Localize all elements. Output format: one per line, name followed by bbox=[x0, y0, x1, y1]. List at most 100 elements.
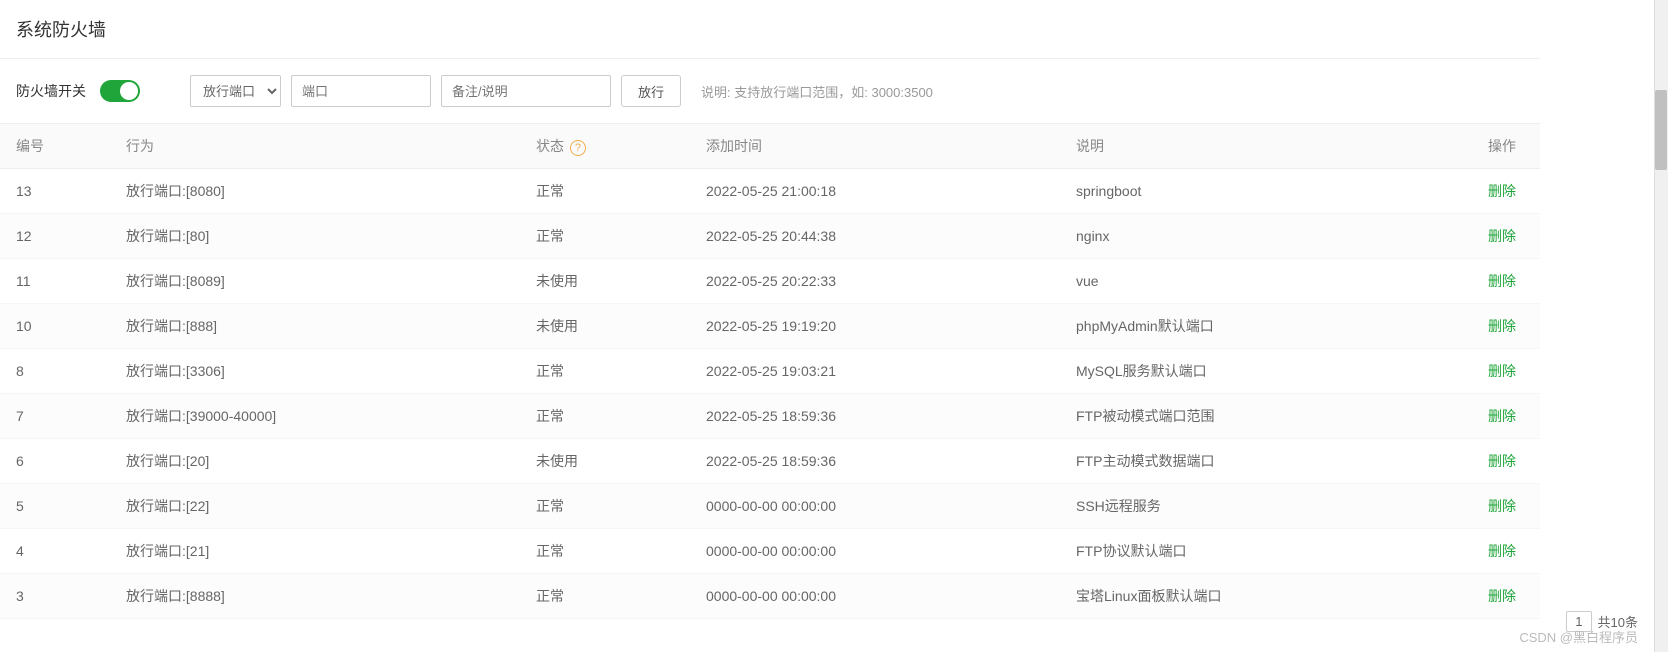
header-status-label: 状态 bbox=[536, 138, 564, 154]
cell-status: 正常 bbox=[520, 529, 690, 574]
cell-status: 正常 bbox=[520, 214, 690, 259]
cell-op: 删除 bbox=[1460, 484, 1540, 529]
scrollbar-vertical[interactable] bbox=[1654, 0, 1668, 652]
cell-desc: MySQL服务默认端口 bbox=[1060, 349, 1460, 394]
delete-link[interactable]: 删除 bbox=[1488, 543, 1516, 559]
cell-time: 2022-05-25 19:19:20 bbox=[690, 304, 1060, 349]
cell-desc: FTP被动模式端口范围 bbox=[1060, 394, 1460, 439]
cell-id: 11 bbox=[0, 259, 110, 304]
table-row: 8放行端口:[3306]正常2022-05-25 19:03:21MySQL服务… bbox=[0, 349, 1540, 394]
delete-link[interactable]: 删除 bbox=[1488, 318, 1516, 334]
table-row: 13放行端口:[8080]正常2022-05-25 21:00:18spring… bbox=[0, 169, 1540, 214]
cell-id: 5 bbox=[0, 484, 110, 529]
cell-desc: springboot bbox=[1060, 169, 1460, 214]
cell-behavior: 放行端口:[20] bbox=[110, 439, 520, 484]
cell-time: 2022-05-25 18:59:36 bbox=[690, 394, 1060, 439]
cell-behavior: 放行端口:[8089] bbox=[110, 259, 520, 304]
cell-op: 删除 bbox=[1460, 574, 1540, 619]
cell-status: 正常 bbox=[520, 574, 690, 619]
page-header: 系统防火墙 bbox=[0, 0, 1540, 59]
cell-behavior: 放行端口:[8080] bbox=[110, 169, 520, 214]
header-id: 编号 bbox=[0, 124, 110, 169]
cell-desc: FTP协议默认端口 bbox=[1060, 529, 1460, 574]
cell-status: 正常 bbox=[520, 349, 690, 394]
watermark: CSDN @黑白程序员 bbox=[1519, 627, 1638, 646]
cell-status: 正常 bbox=[520, 169, 690, 214]
cell-id: 8 bbox=[0, 349, 110, 394]
cell-behavior: 放行端口:[21] bbox=[110, 529, 520, 574]
cell-status: 正常 bbox=[520, 484, 690, 529]
cell-op: 删除 bbox=[1460, 439, 1540, 484]
delete-link[interactable]: 删除 bbox=[1488, 363, 1516, 379]
cell-behavior: 放行端口:[22] bbox=[110, 484, 520, 529]
cell-status: 未使用 bbox=[520, 259, 690, 304]
cell-time: 0000-00-00 00:00:00 bbox=[690, 574, 1060, 619]
cell-op: 删除 bbox=[1460, 169, 1540, 214]
cell-id: 13 bbox=[0, 169, 110, 214]
cell-desc: nginx bbox=[1060, 214, 1460, 259]
cell-id: 6 bbox=[0, 439, 110, 484]
firewall-switch-label: 防火墙开关 bbox=[16, 81, 86, 101]
cell-id: 7 bbox=[0, 394, 110, 439]
delete-link[interactable]: 删除 bbox=[1488, 498, 1516, 514]
table-row: 3放行端口:[8888]正常0000-00-00 00:00:00宝塔Linux… bbox=[0, 574, 1540, 619]
cell-desc: FTP主动模式数据端口 bbox=[1060, 439, 1460, 484]
cell-desc: SSH远程服务 bbox=[1060, 484, 1460, 529]
cell-op: 删除 bbox=[1460, 214, 1540, 259]
header-behavior: 行为 bbox=[110, 124, 520, 169]
delete-link[interactable]: 删除 bbox=[1488, 183, 1516, 199]
cell-op: 删除 bbox=[1460, 259, 1540, 304]
hint-text: 说明: 支持放行端口范围，如: 3000:3500 bbox=[701, 82, 933, 101]
table-header-row: 编号 行为 状态 ? 添加时间 说明 操作 bbox=[0, 124, 1540, 169]
cell-time: 2022-05-25 18:59:36 bbox=[690, 439, 1060, 484]
scrollbar-thumb[interactable] bbox=[1655, 90, 1667, 170]
port-input[interactable] bbox=[291, 75, 431, 107]
remark-input[interactable] bbox=[441, 75, 611, 107]
table-row: 7放行端口:[39000-40000]正常2022-05-25 18:59:36… bbox=[0, 394, 1540, 439]
cell-desc: vue bbox=[1060, 259, 1460, 304]
cell-desc: phpMyAdmin默认端口 bbox=[1060, 304, 1460, 349]
cell-time: 2022-05-25 20:22:33 bbox=[690, 259, 1060, 304]
cell-status: 正常 bbox=[520, 394, 690, 439]
table-row: 6放行端口:[20]未使用2022-05-25 18:59:36FTP主动模式数… bbox=[0, 439, 1540, 484]
cell-op: 删除 bbox=[1460, 394, 1540, 439]
cell-op: 删除 bbox=[1460, 349, 1540, 394]
page-title: 系统防火墙 bbox=[16, 16, 1524, 42]
header-time: 添加时间 bbox=[690, 124, 1060, 169]
cell-status: 未使用 bbox=[520, 439, 690, 484]
firewall-table: 编号 行为 状态 ? 添加时间 说明 操作 13放行端口:[8080]正常202… bbox=[0, 124, 1540, 619]
action-type-select[interactable]: 放行端口 bbox=[190, 75, 281, 107]
delete-link[interactable]: 删除 bbox=[1488, 408, 1516, 424]
table-row: 10放行端口:[888]未使用2022-05-25 19:19:20phpMyA… bbox=[0, 304, 1540, 349]
cell-desc: 宝塔Linux面板默认端口 bbox=[1060, 574, 1460, 619]
cell-behavior: 放行端口:[80] bbox=[110, 214, 520, 259]
cell-id: 12 bbox=[0, 214, 110, 259]
cell-time: 0000-00-00 00:00:00 bbox=[690, 484, 1060, 529]
cell-id: 10 bbox=[0, 304, 110, 349]
allow-button[interactable]: 放行 bbox=[621, 75, 681, 107]
delete-link[interactable]: 删除 bbox=[1488, 453, 1516, 469]
cell-id: 3 bbox=[0, 574, 110, 619]
cell-id: 4 bbox=[0, 529, 110, 574]
cell-behavior: 放行端口:[39000-40000] bbox=[110, 394, 520, 439]
header-op: 操作 bbox=[1460, 124, 1540, 169]
table-row: 4放行端口:[21]正常0000-00-00 00:00:00FTP协议默认端口… bbox=[0, 529, 1540, 574]
cell-time: 2022-05-25 21:00:18 bbox=[690, 169, 1060, 214]
header-status: 状态 ? bbox=[520, 124, 690, 169]
cell-behavior: 放行端口:[3306] bbox=[110, 349, 520, 394]
cell-op: 删除 bbox=[1460, 304, 1540, 349]
table-row: 12放行端口:[80]正常2022-05-25 20:44:38nginx 删除 bbox=[0, 214, 1540, 259]
cell-status: 未使用 bbox=[520, 304, 690, 349]
cell-time: 2022-05-25 19:03:21 bbox=[690, 349, 1060, 394]
help-icon[interactable]: ? bbox=[570, 140, 586, 156]
table-row: 11放行端口:[8089]未使用2022-05-25 20:22:33vue 删除 bbox=[0, 259, 1540, 304]
firewall-switch-toggle[interactable] bbox=[100, 80, 140, 102]
delete-link[interactable]: 删除 bbox=[1488, 588, 1516, 604]
table-row: 5放行端口:[22]正常0000-00-00 00:00:00SSH远程服务 删除 bbox=[0, 484, 1540, 529]
header-desc: 说明 bbox=[1060, 124, 1460, 169]
cell-time: 0000-00-00 00:00:00 bbox=[690, 529, 1060, 574]
toolbar: 防火墙开关 放行端口 放行 说明: 支持放行端口范围，如: 3000:3500 bbox=[0, 59, 1540, 124]
delete-link[interactable]: 删除 bbox=[1488, 273, 1516, 289]
cell-time: 2022-05-25 20:44:38 bbox=[690, 214, 1060, 259]
delete-link[interactable]: 删除 bbox=[1488, 228, 1516, 244]
